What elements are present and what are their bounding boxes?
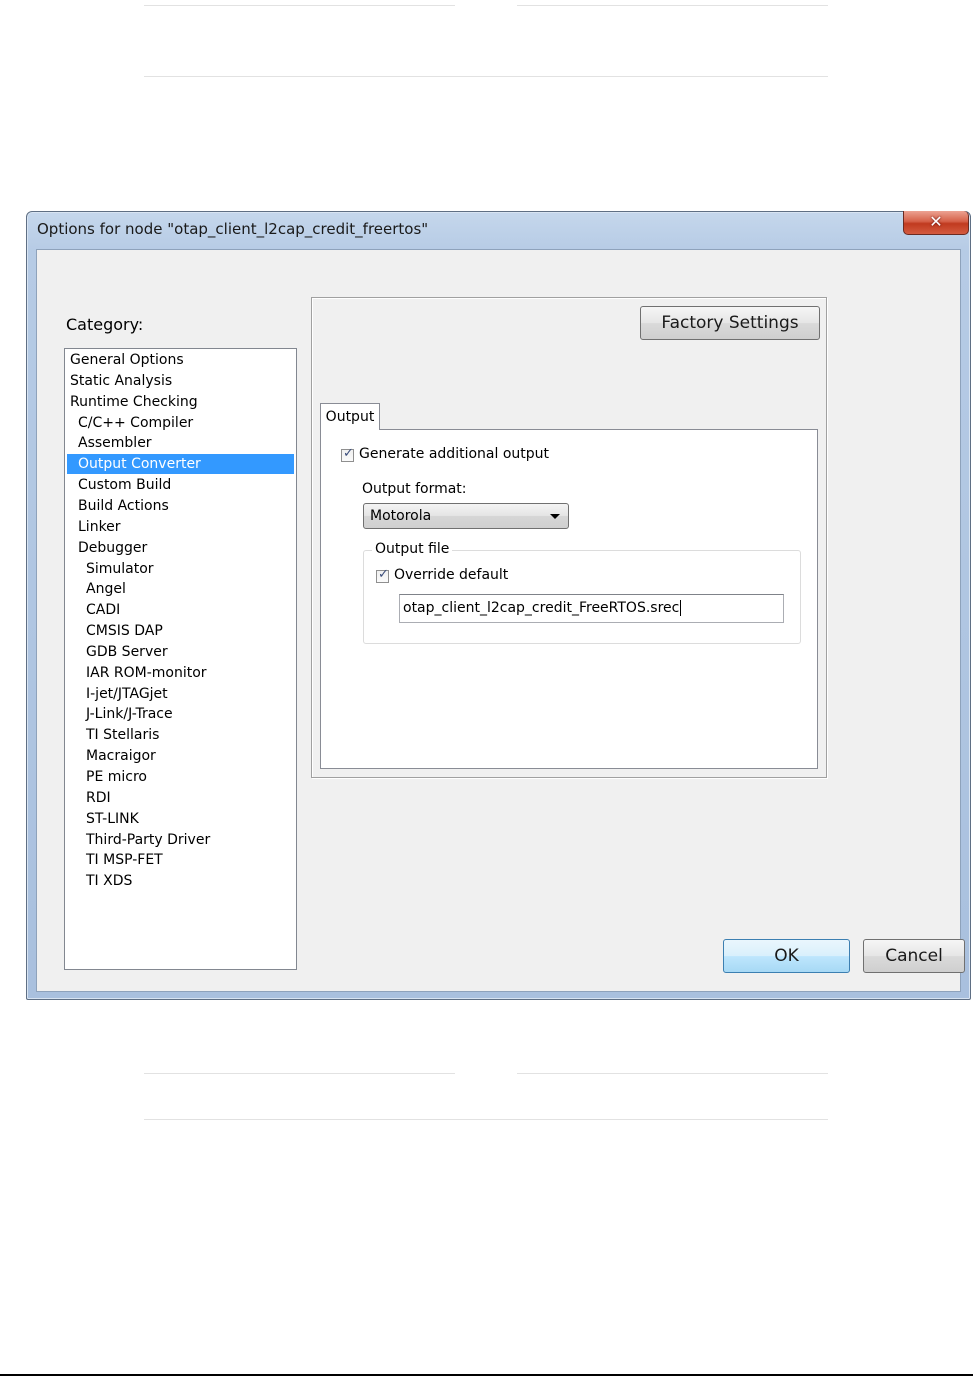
- output-format-value: Motorola: [370, 508, 432, 524]
- factory-settings-button[interactable]: Factory Settings: [640, 306, 820, 340]
- category-item[interactable]: TI MSP-FET: [67, 850, 294, 870]
- generate-output-checkbox[interactable]: ✓: [341, 446, 354, 462]
- document-rule: [517, 5, 828, 6]
- category-list[interactable]: General Options Static Analysis Runtime Ch…: [64, 348, 297, 970]
- generate-output-label[interactable]: Generate additional output: [359, 446, 549, 462]
- chevron-down-icon: [550, 514, 560, 519]
- document-rule: [517, 1073, 828, 1074]
- document-rule: [144, 76, 828, 77]
- close-icon: ✕: [929, 212, 943, 231]
- text-caret: [680, 600, 682, 616]
- options-dialog: Options for node "otap_client_l2cap_cred…: [26, 211, 971, 1000]
- category-item[interactable]: Simulator: [67, 559, 294, 579]
- category-item[interactable]: PE micro: [67, 767, 294, 787]
- category-item[interactable]: RDI: [67, 788, 294, 808]
- category-item[interactable]: GDB Server: [67, 642, 294, 662]
- output-format-label: Output format:: [362, 481, 467, 497]
- category-item[interactable]: Custom Build: [67, 475, 294, 495]
- output-tab-page: ✓ Generate additional output Output form…: [320, 429, 818, 769]
- category-item-selected[interactable]: Output Converter: [67, 454, 294, 475]
- category-item[interactable]: TI Stellaris: [67, 725, 294, 745]
- output-filename-input[interactable]: otap_client_l2cap_credit_FreeRTOS.srec: [399, 594, 784, 623]
- close-button[interactable]: ✕: [903, 211, 969, 235]
- category-item[interactable]: CADI: [67, 600, 294, 620]
- tab-output[interactable]: Output: [320, 403, 380, 430]
- category-item[interactable]: Linker: [67, 517, 294, 537]
- ok-button[interactable]: OK: [723, 939, 850, 973]
- category-item[interactable]: Build Actions: [67, 496, 294, 516]
- override-default-checkbox[interactable]: ✓: [376, 567, 389, 583]
- output-filename-value: otap_client_l2cap_credit_FreeRTOS.srec: [403, 600, 680, 616]
- override-default-label[interactable]: Override default: [394, 567, 508, 583]
- category-item[interactable]: I-jet/JTAGjet: [67, 684, 294, 704]
- document-rule: [144, 5, 455, 6]
- checkmark-icon: ✓: [378, 567, 389, 582]
- category-item[interactable]: J-Link/J-Trace: [67, 704, 294, 724]
- category-label: Category:: [66, 315, 144, 334]
- document-rule: [144, 1073, 455, 1074]
- category-item[interactable]: General Options: [67, 350, 294, 370]
- category-item[interactable]: Debugger: [67, 538, 294, 558]
- output-file-group: Output file ✓ Override default otap_clie…: [363, 541, 801, 644]
- output-file-group-title: Output file: [372, 541, 453, 557]
- dialog-title: Options for node "otap_client_l2cap_cred…: [37, 220, 429, 238]
- category-item[interactable]: Angel: [67, 579, 294, 599]
- output-format-select[interactable]: Motorola: [363, 503, 569, 529]
- checkmark-icon: ✓: [343, 446, 354, 461]
- category-item[interactable]: ST-LINK: [67, 809, 294, 829]
- category-item[interactable]: Third-Party Driver: [67, 830, 294, 850]
- category-item[interactable]: Assembler: [67, 433, 294, 453]
- cancel-button[interactable]: Cancel: [863, 939, 965, 973]
- category-item[interactable]: Macraigor: [67, 746, 294, 766]
- dialog-client-area: Category: General Options Static Analysis…: [36, 249, 965, 992]
- document-rule: [144, 1119, 828, 1120]
- category-item[interactable]: Static Analysis: [67, 371, 294, 391]
- category-item[interactable]: IAR ROM-monitor: [67, 663, 294, 683]
- category-item[interactable]: TI XDS: [67, 871, 294, 891]
- category-item[interactable]: CMSIS DAP: [67, 621, 294, 641]
- options-panel: Factory Settings Output ✓ Generate addit…: [311, 297, 827, 778]
- category-item[interactable]: Runtime Checking: [67, 392, 294, 412]
- category-item[interactable]: C/C++ Compiler: [67, 413, 294, 433]
